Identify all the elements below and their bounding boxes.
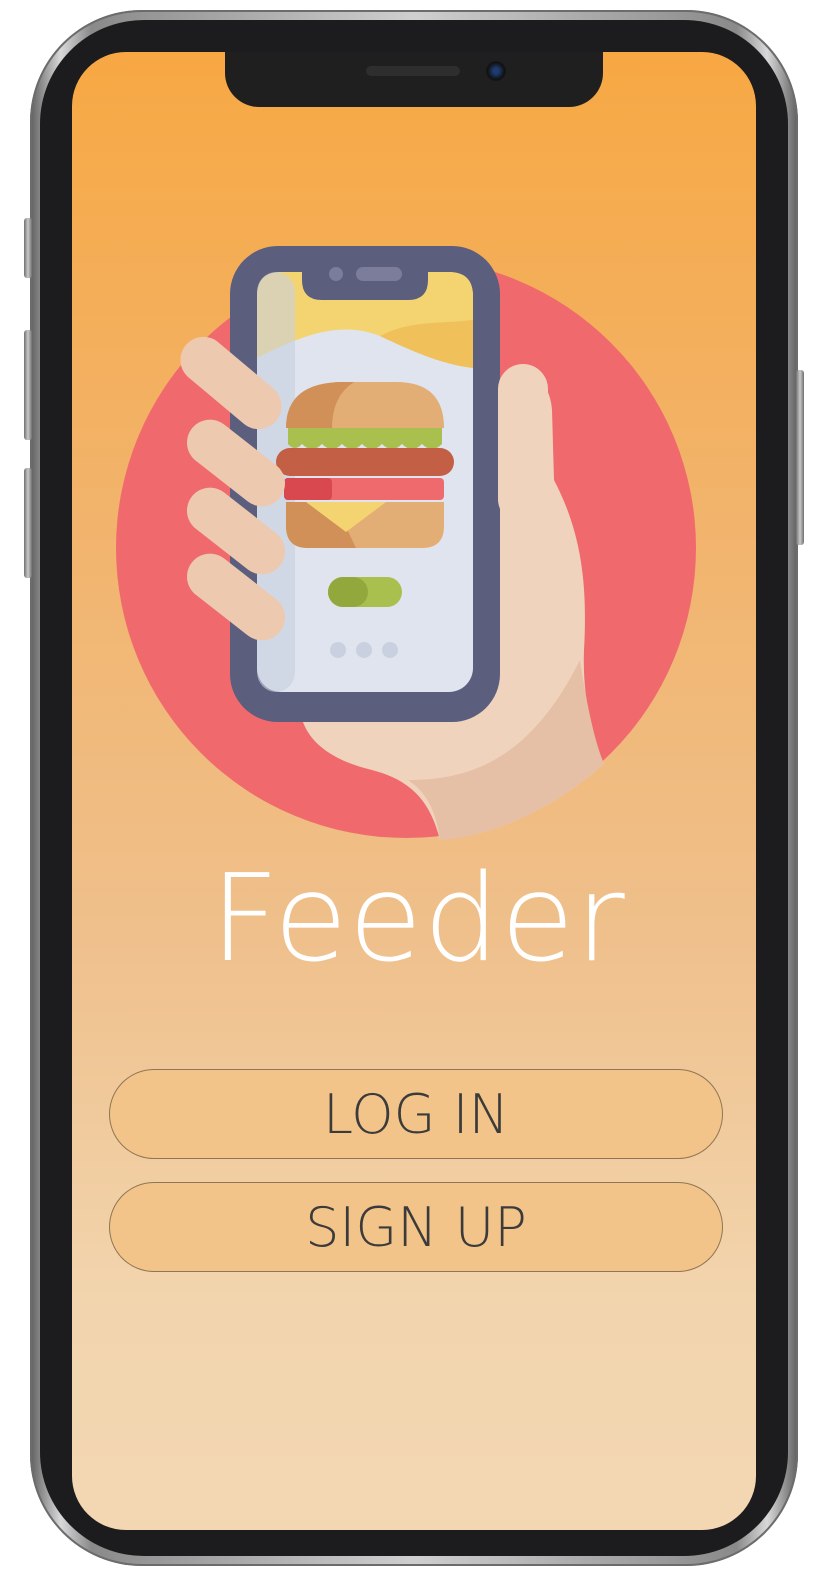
- burger-tomato-shade: [284, 478, 332, 500]
- power-button: [796, 370, 804, 545]
- page-dot-3: [382, 642, 398, 658]
- burger-patty: [276, 448, 454, 476]
- phone-order-button-shade: [328, 577, 368, 607]
- login-button[interactable]: LOG IN: [109, 1069, 723, 1159]
- phone-mini-camera: [329, 267, 343, 281]
- page-dot-2: [356, 642, 372, 658]
- burger-lettuce: [288, 428, 442, 449]
- volume-down-button: [24, 468, 32, 578]
- phone-notch: [225, 52, 603, 107]
- phone-mini-speaker: [356, 267, 402, 281]
- signup-button[interactable]: SIGN UP: [109, 1182, 723, 1272]
- volume-up-button: [24, 330, 32, 440]
- speaker-grille: [366, 66, 460, 76]
- thumb: [498, 364, 548, 524]
- hand-holding-phone-burger-icon: [116, 246, 696, 840]
- app-title: Feeder: [210, 850, 626, 989]
- front-camera-icon: [486, 61, 506, 81]
- page-dot-1: [330, 642, 346, 658]
- silent-switch: [24, 218, 32, 278]
